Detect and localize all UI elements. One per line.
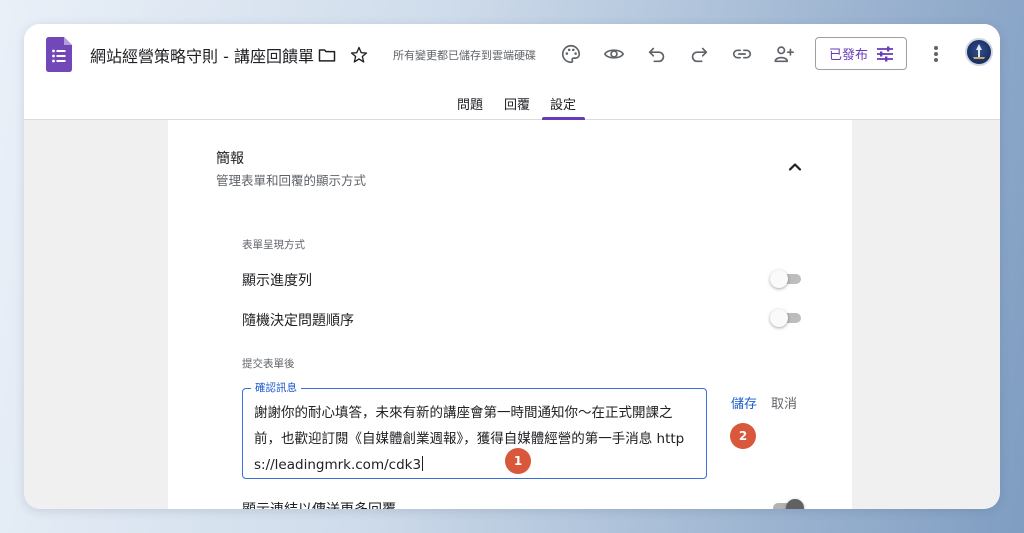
section-subtitle: 管理表單和回覆的顯示方式 bbox=[216, 173, 367, 188]
after-submit-label: 提交表單後 bbox=[242, 358, 295, 370]
chevron-up-icon[interactable] bbox=[786, 158, 804, 176]
undo-icon[interactable] bbox=[645, 42, 669, 66]
avatar[interactable] bbox=[965, 38, 993, 66]
callout-marker-2: 2 bbox=[730, 423, 756, 449]
forms-window: 網站經營策略守則 - 講座回饋單 所有變更都已儲存到雲端硬碟 已發布 問題 回覆… bbox=[24, 24, 1000, 509]
palette-icon[interactable] bbox=[559, 42, 583, 66]
save-button[interactable]: 儲存 bbox=[731, 393, 757, 412]
top-header: 網站經營策略守則 - 講座回饋單 所有變更都已儲存到雲端硬碟 已發布 問題 回覆… bbox=[24, 24, 1000, 120]
text-caret bbox=[422, 456, 424, 471]
show-progress-toggle[interactable] bbox=[770, 269, 804, 289]
published-label: 已發布 bbox=[829, 48, 869, 63]
form-display-label: 表單呈現方式 bbox=[242, 239, 305, 251]
section-title: 簡報 bbox=[216, 151, 244, 167]
submit-another-toggle[interactable] bbox=[770, 498, 804, 509]
redo-icon[interactable] bbox=[687, 42, 711, 66]
confirmation-message-field[interactable]: 確認訊息 謝謝你的耐心填答，未來有新的講座會第一時間通知你～在正式開課之前，也歡… bbox=[242, 381, 707, 479]
tab-settings[interactable]: 設定 bbox=[550, 94, 576, 113]
callout-marker-1: 1 bbox=[505, 448, 531, 474]
settings-panel: 簡報 管理表單和回覆的顯示方式 表單呈現方式 顯示進度列 隨機決定問題順序 提交… bbox=[168, 120, 852, 509]
shuffle-questions-toggle[interactable] bbox=[770, 308, 804, 328]
link-icon[interactable] bbox=[730, 42, 754, 66]
show-progress-label: 顯示進度列 bbox=[242, 273, 312, 289]
tab-bar: 問題 回覆 設定 bbox=[24, 94, 1000, 120]
star-icon[interactable] bbox=[348, 44, 370, 66]
eye-icon[interactable] bbox=[602, 42, 626, 66]
saved-status: 所有變更都已儲存到雲端硬碟 bbox=[393, 49, 536, 62]
submit-another-label: 顯示連結以傳送更多回覆 bbox=[242, 499, 396, 509]
confirmation-message-legend: 確認訊息 bbox=[251, 381, 301, 395]
more-vert-icon[interactable] bbox=[926, 42, 946, 66]
shuffle-questions-label: 隨機決定問題順序 bbox=[242, 313, 354, 329]
avatar-emblem-icon bbox=[973, 44, 985, 59]
tab-questions[interactable]: 問題 bbox=[457, 94, 483, 113]
tune-icon bbox=[877, 46, 894, 61]
forms-logo-icon[interactable] bbox=[46, 37, 72, 72]
cancel-button[interactable]: 取消 bbox=[771, 393, 797, 412]
add-person-icon[interactable] bbox=[772, 42, 796, 66]
published-button[interactable]: 已發布 bbox=[815, 37, 907, 70]
folder-icon[interactable] bbox=[316, 44, 338, 66]
document-title[interactable]: 網站經營策略守則 - 講座回饋單 bbox=[90, 43, 316, 67]
tab-responses[interactable]: 回覆 bbox=[504, 94, 530, 113]
confirmation-message-text: 謝謝你的耐心填答，未來有新的講座會第一時間通知你～在正式開課之前，也歡迎訂閱《自… bbox=[254, 405, 685, 473]
